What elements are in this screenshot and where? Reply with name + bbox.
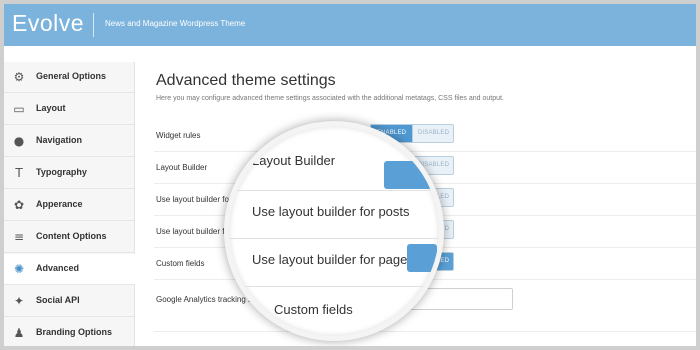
- sidebar-item-branding-options[interactable]: ♟ Branding Options: [4, 318, 134, 346]
- magnified-label: Layout Builder: [252, 153, 336, 168]
- sidebar-item-label: Content Options: [36, 231, 107, 241]
- sidebar-item-label: General Options: [36, 71, 107, 81]
- magnified-divider: [229, 190, 439, 191]
- magnified-label: Use layout builder for pages: [252, 252, 414, 267]
- sidebar: ⚙ General Options ▭ Layout ● Navigation …: [4, 62, 135, 346]
- disabled-option[interactable]: DISABLED: [412, 125, 453, 142]
- sidebar-item-navigation[interactable]: ● Navigation: [4, 126, 134, 157]
- person-icon: ♟: [13, 326, 25, 340]
- sidebar-item-advanced[interactable]: ✺ Advanced: [4, 254, 135, 285]
- magnified-divider: [229, 286, 439, 287]
- app-frame: Evolve News and Magazine Wordpress Theme…: [4, 4, 696, 346]
- sidebar-item-typography[interactable]: T Typography: [4, 158, 134, 189]
- sidebar-item-label: Social API: [36, 295, 80, 305]
- text-icon: T: [15, 166, 23, 180]
- document-icon: ≡: [13, 230, 25, 244]
- magnified-toggle: [384, 161, 439, 189]
- magnifier-lens: Layout Builder Use layout builder for po…: [224, 121, 444, 341]
- setting-label: Widget rules: [156, 131, 201, 140]
- setting-row-widget-rules: Widget rules ENABLED DISABLED: [154, 120, 696, 152]
- magnified-divider: [229, 238, 439, 239]
- bird-icon: ✦: [13, 294, 25, 308]
- cog-icon: ✺: [13, 262, 25, 276]
- mouse-icon: ●: [13, 134, 25, 148]
- sidebar-item-label: Branding Options: [36, 327, 112, 337]
- setting-label: Custom fields: [156, 259, 205, 268]
- gear-icon: ⚙: [13, 70, 25, 84]
- magnified-label: Use layout builder for posts: [252, 204, 410, 219]
- sidebar-item-label: Apperance: [36, 199, 83, 209]
- header-bar: Evolve News and Magazine Wordpress Theme: [4, 4, 696, 46]
- setting-label: Layout Builder: [156, 163, 208, 172]
- magnified-label: Custom fields: [274, 302, 353, 317]
- brand-logo[interactable]: Evolve: [12, 10, 84, 37]
- monitor-icon: ▭: [13, 102, 25, 116]
- sidebar-item-label: Advanced: [36, 263, 80, 273]
- setting-label: Google Analytics tracking ID: [156, 295, 257, 304]
- sidebar-item-label: Navigation: [36, 135, 83, 145]
- page-title: Advanced theme settings: [156, 72, 336, 89]
- tagline: News and Magazine Wordpress Theme: [105, 19, 246, 28]
- sidebar-item-general-options[interactable]: ⚙ General Options: [4, 62, 134, 93]
- sidebar-item-apperance[interactable]: ✿ Apperance: [4, 190, 134, 221]
- sidebar-item-layout[interactable]: ▭ Layout: [4, 94, 134, 125]
- sidebar-item-social-api[interactable]: ✦ Social API: [4, 286, 134, 317]
- header-divider: [93, 13, 94, 37]
- palette-icon: ✿: [13, 198, 25, 212]
- page-description: Here you may configure advanced theme se…: [156, 95, 504, 102]
- sidebar-item-content-options[interactable]: ≡ Content Options: [4, 222, 134, 253]
- sidebar-item-label: Layout: [36, 103, 66, 113]
- sidebar-item-label: Typography: [36, 167, 87, 177]
- magnified-toggle: [407, 244, 437, 272]
